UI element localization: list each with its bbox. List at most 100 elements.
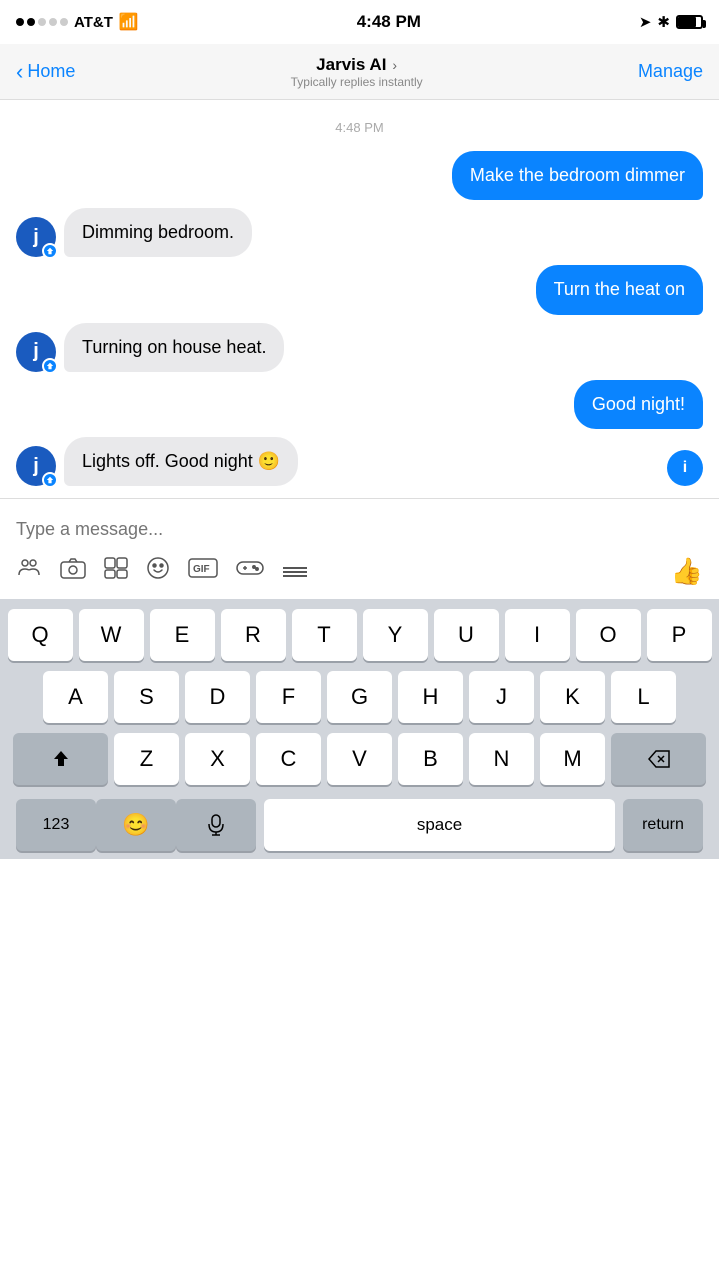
svg-text:GIF: GIF: [193, 564, 210, 575]
header-center: Jarvis AI › Typically replies instantly: [291, 55, 423, 89]
status-bar: AT&T 📶 4:48 PM ➤ ✱: [0, 0, 719, 44]
toolbar: GIF 👍: [16, 549, 703, 591]
bluetooth-icon: ✱: [657, 13, 670, 31]
message-row-5: Good night!: [16, 380, 703, 429]
avatar-3: j: [16, 446, 56, 486]
signal-dot-3: [38, 18, 46, 26]
message-input[interactable]: [16, 509, 703, 549]
bubble-received-3: Lights off. Good night 🙂: [64, 437, 298, 486]
header-subtitle: Typically replies instantly: [291, 75, 423, 89]
key-d[interactable]: D: [185, 671, 250, 723]
key-k[interactable]: K: [540, 671, 605, 723]
shift-key[interactable]: [13, 733, 108, 785]
message-row-6: j Lights off. Good night 🙂 i: [16, 437, 703, 486]
wifi-icon: 📶: [119, 12, 139, 32]
key-t[interactable]: T: [292, 609, 357, 661]
key-s[interactable]: S: [114, 671, 179, 723]
bubble-text-2: Dimming bedroom.: [82, 222, 234, 242]
key-c[interactable]: C: [256, 733, 321, 785]
chevron-left-icon: ‹: [16, 59, 23, 85]
battery-icon: [676, 15, 703, 29]
location-icon: ➤: [639, 13, 652, 31]
key-g[interactable]: G: [327, 671, 392, 723]
key-mic[interactable]: [176, 799, 256, 851]
signal-dot-2: [27, 18, 35, 26]
bubble-text-3: Turn the heat on: [554, 279, 685, 299]
message-row-4: j Turning on house heat.: [16, 323, 703, 372]
key-w[interactable]: W: [79, 609, 144, 661]
toolbar-icons: GIF: [16, 555, 308, 587]
signal-dot-4: [49, 18, 57, 26]
timestamp: 4:48 PM: [16, 120, 703, 135]
key-u[interactable]: U: [434, 609, 499, 661]
key-h[interactable]: H: [398, 671, 463, 723]
key-return[interactable]: return: [623, 799, 703, 851]
key-x[interactable]: X: [185, 733, 250, 785]
bubble-text-4: Turning on house heat.: [82, 337, 266, 357]
signal-dot-1: [16, 18, 24, 26]
key-a[interactable]: A: [43, 671, 108, 723]
key-z[interactable]: Z: [114, 733, 179, 785]
key-emoji[interactable]: 😊: [96, 799, 176, 851]
message-row-3: Turn the heat on: [16, 265, 703, 314]
photo-icon[interactable]: [104, 557, 128, 585]
key-o[interactable]: O: [576, 609, 641, 661]
key-l[interactable]: L: [611, 671, 676, 723]
key-n[interactable]: N: [469, 733, 534, 785]
key-b[interactable]: B: [398, 733, 463, 785]
bubble-sent-2: Turn the heat on: [536, 265, 703, 314]
key-space[interactable]: space: [264, 799, 615, 851]
signal-dots: [16, 18, 68, 26]
bubble-received-1: Dimming bedroom.: [64, 208, 252, 257]
key-v[interactable]: V: [327, 733, 392, 785]
back-label[interactable]: Home: [27, 61, 75, 82]
key-f[interactable]: F: [256, 671, 321, 723]
more-icon[interactable]: [282, 558, 308, 584]
keyboard-row-3: Z X C V B N M: [4, 733, 715, 785]
key-e[interactable]: E: [150, 609, 215, 661]
bubble-sent-3: Good night!: [574, 380, 703, 429]
messenger-badge-3: [42, 472, 58, 488]
key-i[interactable]: I: [505, 609, 570, 661]
bubble-text-1: Make the bedroom dimmer: [470, 165, 685, 185]
key-y[interactable]: Y: [363, 609, 428, 661]
avatar-2: j: [16, 332, 56, 372]
message-row-1: Make the bedroom dimmer: [16, 151, 703, 200]
status-right: ➤ ✱: [639, 13, 703, 31]
messenger-badge-1: [42, 243, 58, 259]
backspace-key[interactable]: [611, 733, 706, 785]
contacts-icon[interactable]: [16, 555, 42, 587]
carrier-label: AT&T: [74, 14, 113, 31]
keyboard: Q W E R T Y U I O P A S D F G H J K L Z …: [0, 599, 719, 859]
signal-dot-5: [60, 18, 68, 26]
game-icon[interactable]: [236, 558, 264, 584]
bubble-sent-1: Make the bedroom dimmer: [452, 151, 703, 200]
avatar-1: j: [16, 217, 56, 257]
key-m[interactable]: M: [540, 733, 605, 785]
like-button[interactable]: 👍: [671, 556, 703, 587]
key-q[interactable]: Q: [8, 609, 73, 661]
message-row-2: j Dimming bedroom.: [16, 208, 703, 257]
gif-icon[interactable]: GIF: [188, 558, 218, 584]
key-j[interactable]: J: [469, 671, 534, 723]
key-r[interactable]: R: [221, 609, 286, 661]
camera-icon[interactable]: [60, 557, 86, 585]
keyboard-bottom-row: 123 😊 space return: [4, 795, 715, 859]
keyboard-row-2: A S D F G H J K L: [4, 671, 715, 723]
chat-title: Jarvis AI: [316, 55, 386, 75]
messenger-badge-2: [42, 358, 58, 374]
bubble-text-6: Lights off. Good night 🙂: [82, 451, 280, 471]
manage-button[interactable]: Manage: [638, 61, 703, 82]
status-left: AT&T 📶: [16, 12, 139, 32]
key-p[interactable]: P: [647, 609, 712, 661]
status-time: 4:48 PM: [357, 12, 421, 32]
info-button[interactable]: i: [667, 450, 703, 486]
header-title-row: Jarvis AI ›: [316, 55, 397, 75]
input-area: GIF 👍: [0, 498, 719, 599]
back-button[interactable]: ‹ Home: [16, 59, 75, 85]
key-123[interactable]: 123: [16, 799, 96, 851]
bubble-text-5: Good night!: [592, 394, 685, 414]
header: ‹ Home Jarvis AI › Typically replies ins…: [0, 44, 719, 100]
emoji-icon[interactable]: [146, 556, 170, 586]
title-chevron-icon: ›: [392, 57, 397, 73]
